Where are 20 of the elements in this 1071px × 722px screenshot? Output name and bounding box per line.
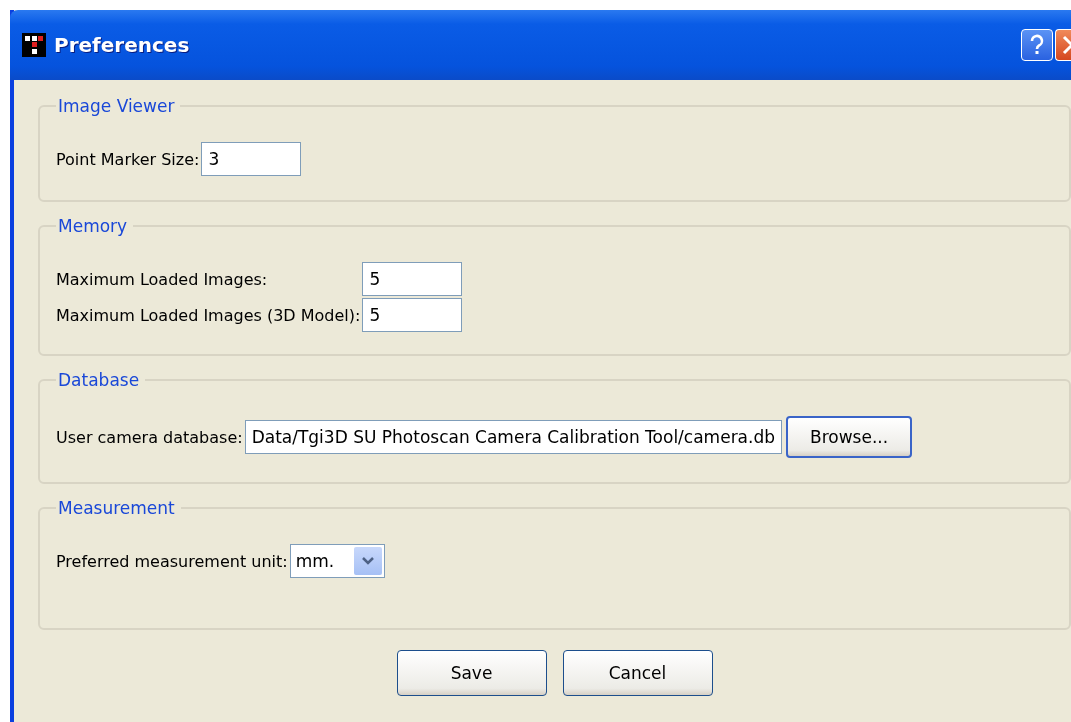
cancel-button[interactable]: Cancel: [562, 650, 713, 696]
group-title: Database: [57, 370, 141, 390]
field-label: Preferred measurement unit:: [56, 551, 288, 571]
path-field[interactable]: Data/Tgi3D SU Photoscan Camera Calibration Tool/camera.db: [244, 420, 783, 454]
group-title: Memory: [57, 216, 129, 236]
field-label: Maximum Loaded Images (3D Model):: [56, 305, 361, 325]
field-label: Point Marker Size:: [56, 149, 200, 169]
input-field[interactable]: 5: [362, 298, 463, 332]
field-label: User camera database:: [56, 427, 243, 447]
input-field[interactable]: 5: [362, 262, 463, 296]
help-icon[interactable]: [1021, 29, 1053, 61]
unit-dropdown[interactable]: mm.: [289, 544, 385, 578]
field-label: Maximum Loaded Images:: [56, 269, 269, 289]
group-title: Image Viewer: [57, 96, 176, 116]
input-field[interactable]: 3: [201, 142, 302, 176]
app-icon: [22, 33, 46, 57]
group-title: Measurement: [57, 498, 176, 518]
window-title: Preferences: [54, 33, 191, 57]
save-button[interactable]: Save: [396, 650, 547, 696]
browse-button[interactable]: Browse...: [786, 416, 913, 458]
